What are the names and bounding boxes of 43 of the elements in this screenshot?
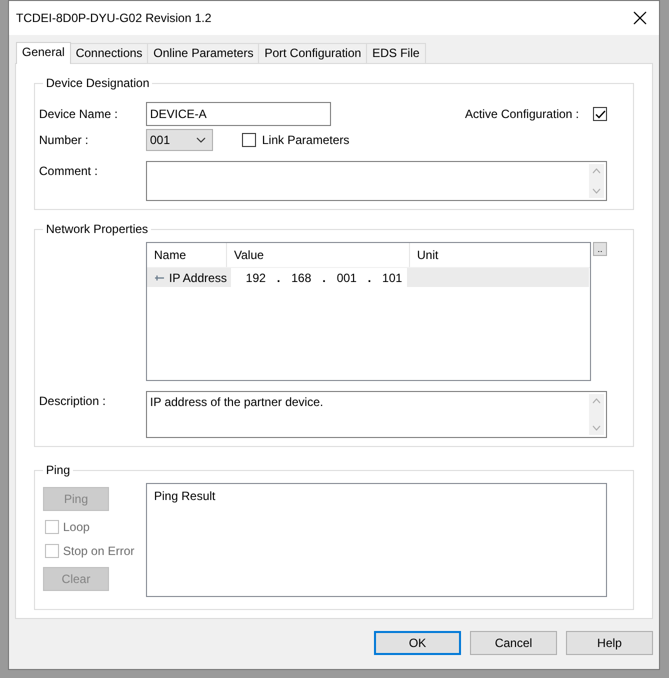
scroll-up-icon[interactable] bbox=[592, 168, 601, 174]
octet-separator: . bbox=[276, 270, 282, 284]
dialog-button[interactable]: Help bbox=[566, 631, 653, 655]
chevron-down-icon bbox=[196, 137, 206, 143]
tab[interactable]: EDS File bbox=[366, 43, 426, 63]
checkbox-label: Stop on Error bbox=[63, 544, 134, 558]
pin-icon bbox=[155, 274, 165, 280]
field-label: Active Configuration : bbox=[464, 107, 579, 121]
browse-button[interactable]: .. bbox=[593, 242, 607, 256]
scroll-down-icon[interactable] bbox=[592, 425, 601, 431]
window-title: TCDEI-8D0P-DYU-G02 Revision 1.2 bbox=[16, 11, 212, 25]
comment-field[interactable] bbox=[146, 161, 607, 201]
checkbox[interactable] bbox=[242, 133, 256, 147]
grid-row[interactable]: IP Address 192 . 168 . 001 . 101 bbox=[147, 268, 589, 287]
dialog-button[interactable]: Cancel bbox=[470, 631, 557, 655]
ip-address-field[interactable]: 192 . 168 . 001 . 101 bbox=[231, 268, 407, 287]
octet-separator: . bbox=[366, 270, 372, 284]
field-label: Number : bbox=[39, 133, 90, 147]
scrollbar[interactable] bbox=[589, 164, 604, 198]
scrollbar[interactable] bbox=[589, 394, 604, 435]
checkbox-label: Loop bbox=[63, 520, 90, 534]
group-title: Ping bbox=[45, 463, 72, 477]
close-icon[interactable] bbox=[633, 11, 647, 25]
column-header[interactable]: Name bbox=[147, 243, 227, 267]
group-title: Device Designation bbox=[45, 76, 150, 90]
tab[interactable]: General bbox=[16, 42, 71, 64]
field-label: Device Name : bbox=[39, 107, 119, 121]
property-name: IP Address bbox=[169, 270, 228, 284]
checkbox[interactable] bbox=[593, 107, 607, 121]
description-field[interactable]: IP address of the partner device. bbox=[146, 391, 607, 438]
column-header[interactable]: Ping Result bbox=[147, 484, 222, 508]
octet-separator: . bbox=[321, 270, 327, 284]
dialog-button[interactable]: OK bbox=[374, 631, 461, 655]
column-header[interactable]: Unit bbox=[410, 243, 446, 267]
group-title: Network Properties bbox=[45, 222, 150, 236]
checkbox-label: Link Parameters bbox=[262, 133, 350, 147]
column-header[interactable]: Value bbox=[227, 243, 410, 267]
field-label: Comment : bbox=[39, 163, 99, 178]
device-name-field[interactable]: DEVICE-A bbox=[146, 102, 331, 126]
field-label: Description : bbox=[39, 393, 107, 408]
number-dropdown[interactable]: 001 bbox=[146, 129, 213, 151]
scroll-down-icon[interactable] bbox=[592, 188, 601, 194]
scroll-up-icon[interactable] bbox=[592, 398, 601, 404]
